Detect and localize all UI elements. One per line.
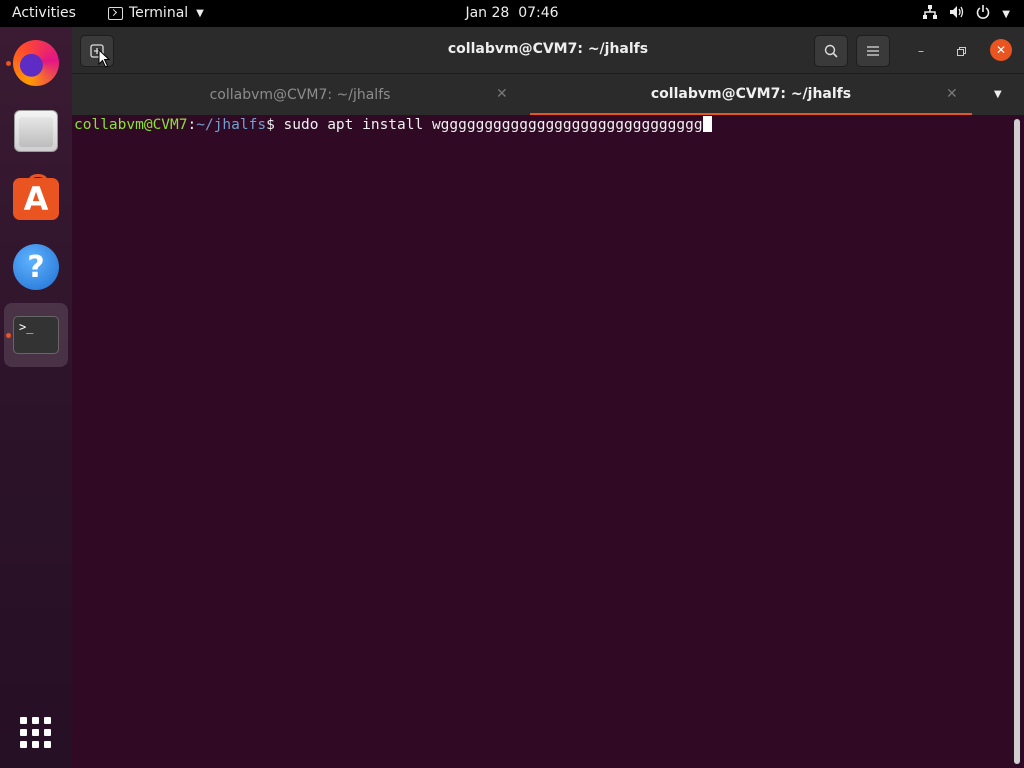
- tab-list-chevron-icon[interactable]: ▼: [994, 89, 1002, 100]
- help-icon: ?: [13, 244, 59, 290]
- terminal-app-icon: [108, 6, 123, 20]
- volume-icon: [949, 5, 964, 23]
- top-bar: Activities Terminal ▼ Jan 28 07:46 ▼: [0, 0, 1024, 27]
- activities-button[interactable]: Activities: [12, 5, 76, 21]
- prompt-path: ~/jhalfs: [196, 117, 267, 133]
- network-icon: [923, 5, 938, 23]
- maximize-button[interactable]: [950, 40, 972, 62]
- clock-button[interactable]: Jan 28 07:46: [465, 5, 558, 21]
- system-tray[interactable]: ▼: [923, 5, 1010, 23]
- prompt-symbol: $: [266, 117, 284, 133]
- command-text: sudo apt install wgggggggggggggggggggggg…: [283, 117, 703, 133]
- running-indicator: [6, 333, 11, 338]
- files-icon: [14, 110, 58, 152]
- clock-time: 07:46: [518, 5, 559, 21]
- tab-2[interactable]: collabvm@CVM7: ~/jhalfs ✕: [530, 74, 972, 116]
- text-cursor: [702, 116, 712, 132]
- power-icon: [976, 5, 990, 23]
- clock-date: Jan 28: [465, 5, 510, 21]
- software-store-icon: A: [13, 174, 59, 220]
- tab-close-icon[interactable]: ✕: [496, 86, 508, 102]
- app-menu-label: Terminal: [129, 5, 189, 21]
- menu-button[interactable]: [856, 35, 890, 67]
- dock: A ? >_: [0, 27, 72, 768]
- running-indicator: [6, 61, 11, 66]
- caret-down-icon: ▼: [196, 7, 204, 19]
- search-button[interactable]: [814, 35, 848, 67]
- close-button[interactable]: ✕: [990, 39, 1012, 61]
- chevron-down-icon: ▼: [1002, 8, 1010, 20]
- app-menu[interactable]: Terminal ▼: [108, 5, 204, 21]
- prompt-user: collabvm@CVM7: [74, 117, 188, 133]
- dock-item-files[interactable]: [4, 99, 68, 163]
- show-applications-icon[interactable]: [20, 717, 52, 749]
- dock-item-ubuntu-software[interactable]: A: [4, 167, 68, 231]
- tab-close-icon[interactable]: ✕: [946, 86, 958, 102]
- tab-label: collabvm@CVM7: ~/jhalfs: [209, 87, 391, 103]
- close-icon: ✕: [995, 43, 1007, 57]
- dock-item-terminal[interactable]: >_: [4, 303, 68, 367]
- hamburger-menu-icon: [867, 46, 879, 56]
- firefox-icon: [13, 40, 59, 86]
- tab-label: collabvm@CVM7: ~/jhalfs: [650, 85, 852, 102]
- restore-icon: [956, 46, 966, 56]
- minimize-icon: –: [918, 44, 924, 58]
- terminal-icon: >_: [13, 316, 59, 354]
- terminal-window: collabvm@CVM7: ~/jhalfs – ✕ collabvm@CVM…: [72, 27, 1024, 768]
- minimize-button[interactable]: –: [910, 40, 932, 62]
- tab-bar: collabvm@CVM7: ~/jhalfs ✕ collabvm@CVM7:…: [72, 73, 1024, 116]
- search-icon: [824, 44, 838, 58]
- tab-1[interactable]: collabvm@CVM7: ~/jhalfs ✕: [72, 74, 528, 116]
- prompt-separator: :: [187, 117, 197, 133]
- header-bar: collabvm@CVM7: ~/jhalfs – ✕: [72, 27, 1024, 73]
- scrollbar[interactable]: [1014, 119, 1020, 764]
- dock-item-firefox[interactable]: [4, 31, 68, 95]
- terminal-content[interactable]: collabvm@CVM7:~/jhalfs$ sudo apt install…: [72, 115, 1012, 768]
- dock-item-help[interactable]: ?: [4, 235, 68, 299]
